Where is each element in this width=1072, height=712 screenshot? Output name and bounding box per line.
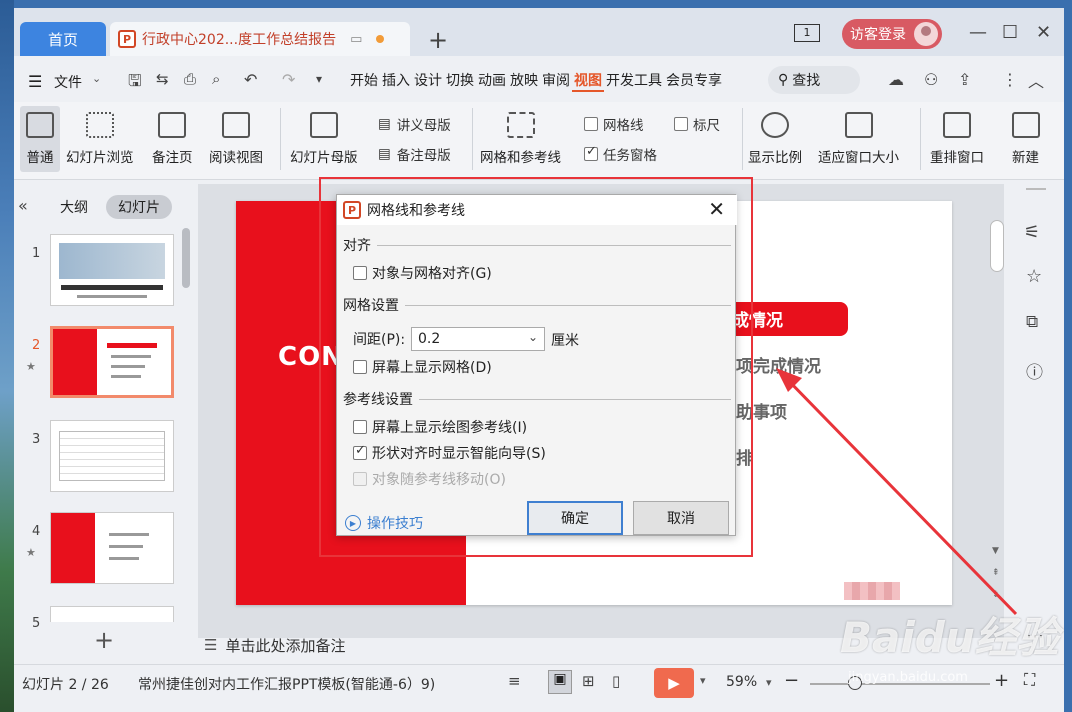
watermark-logo: Baidu经验: [840, 613, 1059, 662]
wps-window: 首页 P 行政中心202...度工作总结报告 ▭ + 1 访客登录 — ☐ ✕ …: [14, 8, 1064, 712]
desktop-background: [0, 0, 14, 712]
watermark-url: jingyan.baidu.com: [848, 670, 968, 685]
